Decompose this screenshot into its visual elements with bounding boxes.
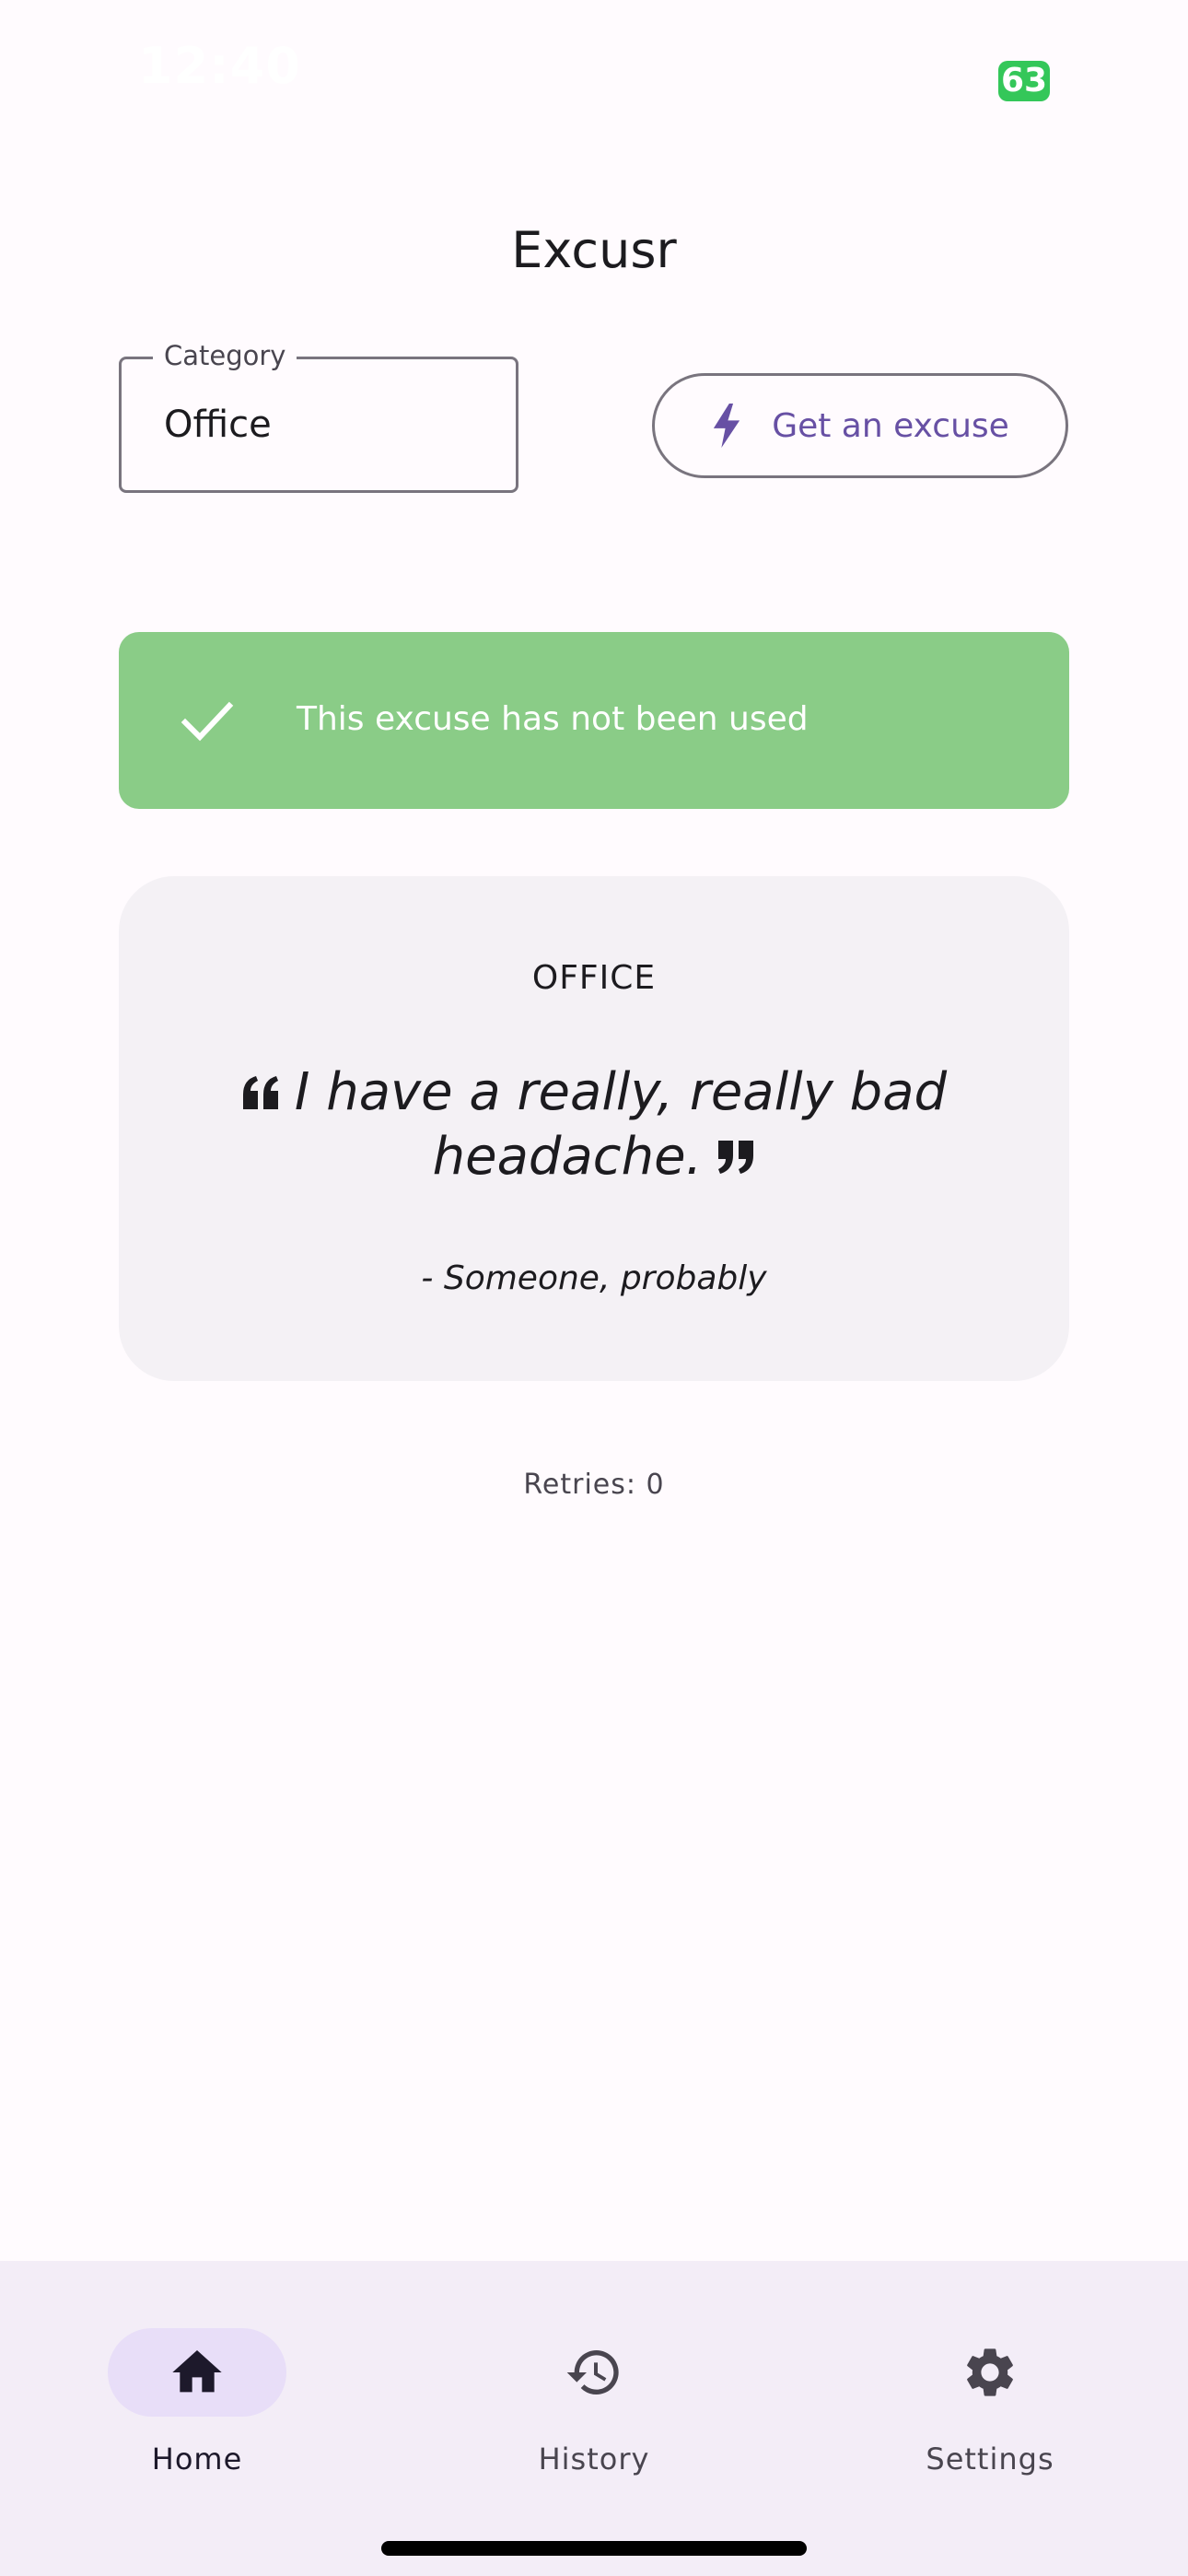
- gear-icon: [967, 2348, 1013, 2396]
- status-time: 12:40: [138, 37, 301, 95]
- usage-status-banner: This excuse has not been used: [119, 632, 1069, 809]
- bottom-navigation: Home History Settings: [0, 2261, 1188, 2576]
- category-select[interactable]: Category Office: [119, 339, 518, 493]
- page-title: Excusr: [511, 221, 677, 279]
- category-label: Category: [153, 339, 297, 372]
- open-quote-icon: [242, 1076, 278, 1109]
- nav-item-settings[interactable]: Settings: [852, 2294, 1128, 2476]
- excuse-quote: I have a really, really bad headache.: [229, 1060, 959, 1189]
- excuse-text: I have a really, really bad headache.: [294, 1062, 948, 1187]
- home-indicator: [381, 2541, 807, 2556]
- nav-item-history[interactable]: History: [456, 2294, 732, 2476]
- nav-label-settings: Settings: [926, 2441, 1054, 2476]
- usage-status-text: This excuse has not been used: [297, 700, 809, 738]
- nav-label-home: Home: [151, 2441, 243, 2476]
- battery-indicator: 63: [998, 61, 1050, 101]
- nav-item-home[interactable]: Home: [59, 2294, 335, 2476]
- get-excuse-button[interactable]: Get an excuse: [652, 373, 1068, 478]
- home-icon: [172, 2350, 222, 2393]
- category-value: Office: [164, 404, 272, 446]
- status-bar: 12:40 63: [0, 0, 1188, 147]
- excuse-category: OFFICE: [531, 959, 657, 997]
- excuse-card: OFFICE I have a really, really bad heada…: [119, 876, 1069, 1381]
- excuse-author: - Someone, probably: [421, 1259, 767, 1297]
- bolt-icon: [714, 404, 740, 448]
- nav-label-history: History: [538, 2441, 650, 2476]
- history-icon: [566, 2350, 619, 2395]
- retries-count: Retries: 0: [523, 1469, 665, 1501]
- close-quote-icon: [718, 1141, 754, 1174]
- check-icon: [181, 701, 234, 742]
- get-excuse-label: Get an excuse: [772, 406, 1009, 445]
